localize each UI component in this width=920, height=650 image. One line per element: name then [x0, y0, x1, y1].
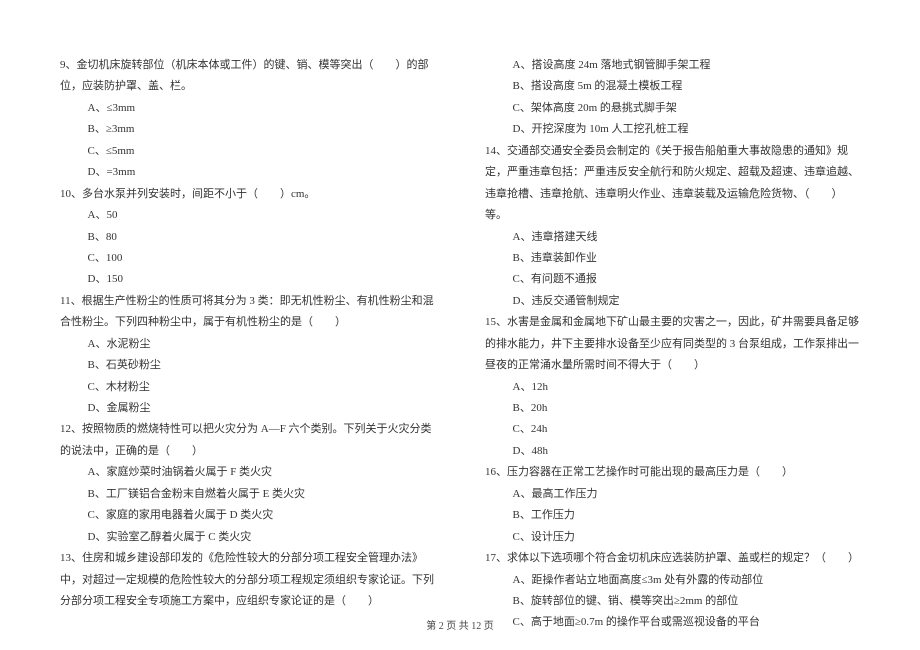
- q16-opt-b: B、工作压力: [485, 505, 860, 526]
- q10-opt-d: D、150: [60, 269, 435, 290]
- q16-opt-c: C、设计压力: [485, 527, 860, 548]
- q13-stem: 13、住房和城乡建设部印发的《危险性较大的分部分项工程安全管理办法》中，对超过一…: [60, 548, 435, 612]
- q9-stem: 9、金切机床旋转部位（机床本体或工件）的键、销、模等突出（ ）的部位，应装防护罩…: [60, 55, 435, 98]
- q12-opt-b: B、工厂镁铝合金粉末自燃着火属于 E 类火灾: [60, 484, 435, 505]
- q15-opt-b: B、20h: [485, 398, 860, 419]
- q12-opt-c: C、家庭的家用电器着火属于 D 类火灾: [60, 505, 435, 526]
- q13-opt-c: C、架体高度 20m 的悬挑式脚手架: [485, 98, 860, 119]
- q11-opt-b: B、石英砂粉尘: [60, 355, 435, 376]
- q10-stem: 10、多台水泵并列安装时，间距不小于（ ）cm。: [60, 184, 435, 205]
- q15-opt-d: D、48h: [485, 441, 860, 462]
- q11-opt-c: C、木材粉尘: [60, 377, 435, 398]
- q11-opt-d: D、金属粉尘: [60, 398, 435, 419]
- q9-opt-d: D、=3mm: [60, 162, 435, 183]
- q14-opt-b: B、违章装卸作业: [485, 248, 860, 269]
- q14-opt-c: C、有问题不通报: [485, 269, 860, 290]
- q11-opt-a: A、水泥粉尘: [60, 334, 435, 355]
- q13-opt-b: B、搭设高度 5m 的混凝土模板工程: [485, 76, 860, 97]
- q15-stem: 15、水害是金属和金属地下矿山最主要的灾害之一，因此，矿井需要具备足够的排水能力…: [485, 312, 860, 376]
- two-column-layout: 9、金切机床旋转部位（机床本体或工件）的键、销、模等突出（ ）的部位，应装防护罩…: [60, 55, 860, 600]
- q13-opt-a: A、搭设高度 24m 落地式钢管脚手架工程: [485, 55, 860, 76]
- q17-stem: 17、求体以下选项哪个符合金切机床应选装防护罩、盖或栏的规定？（ ）: [485, 548, 860, 569]
- q12-opt-a: A、家庭炒菜时油锅着火属于 F 类火灾: [60, 462, 435, 483]
- q16-opt-a: A、最高工作压力: [485, 484, 860, 505]
- q15-opt-c: C、24h: [485, 419, 860, 440]
- q9-opt-c: C、≤5mm: [60, 141, 435, 162]
- page-footer: 第 2 页 共 12 页: [0, 617, 920, 632]
- q11-stem: 11、根据生产性粉尘的性质可将其分为 3 类：即无机性粉尘、有机性粉尘和混合性粉…: [60, 291, 435, 334]
- q14-opt-a: A、违章搭建天线: [485, 227, 860, 248]
- q9-opt-b: B、≥3mm: [60, 119, 435, 140]
- q15-opt-a: A、12h: [485, 377, 860, 398]
- q10-opt-c: C、100: [60, 248, 435, 269]
- q16-stem: 16、压力容器在正常工艺操作时可能出现的最高压力是（ ）: [485, 462, 860, 483]
- q17-opt-a: A、距操作者站立地面高度≤3m 处有外露的传动部位: [485, 570, 860, 591]
- q10-opt-b: B、80: [60, 227, 435, 248]
- left-column: 9、金切机床旋转部位（机床本体或工件）的键、销、模等突出（ ）的部位，应装防护罩…: [60, 55, 435, 600]
- q14-opt-d: D、违反交通管制规定: [485, 291, 860, 312]
- q9-opt-a: A、≤3mm: [60, 98, 435, 119]
- q12-stem: 12、按照物质的燃烧特性可以把火灾分为 A—F 六个类别。下列关于火灾分类的说法…: [60, 419, 435, 462]
- q10-opt-a: A、50: [60, 205, 435, 226]
- right-column: A、搭设高度 24m 落地式钢管脚手架工程 B、搭设高度 5m 的混凝土模板工程…: [485, 55, 860, 600]
- q14-stem: 14、交通部交通安全委员会制定的《关于报告船舶重大事故隐患的通知》规定，严重违章…: [485, 141, 860, 227]
- q17-opt-b: B、旋转部位的键、销、模等突出≥2mm 的部位: [485, 591, 860, 612]
- q13-opt-d: D、开挖深度为 10m 人工挖孔桩工程: [485, 119, 860, 140]
- q12-opt-d: D、实验室乙醇着火属于 C 类火灾: [60, 527, 435, 548]
